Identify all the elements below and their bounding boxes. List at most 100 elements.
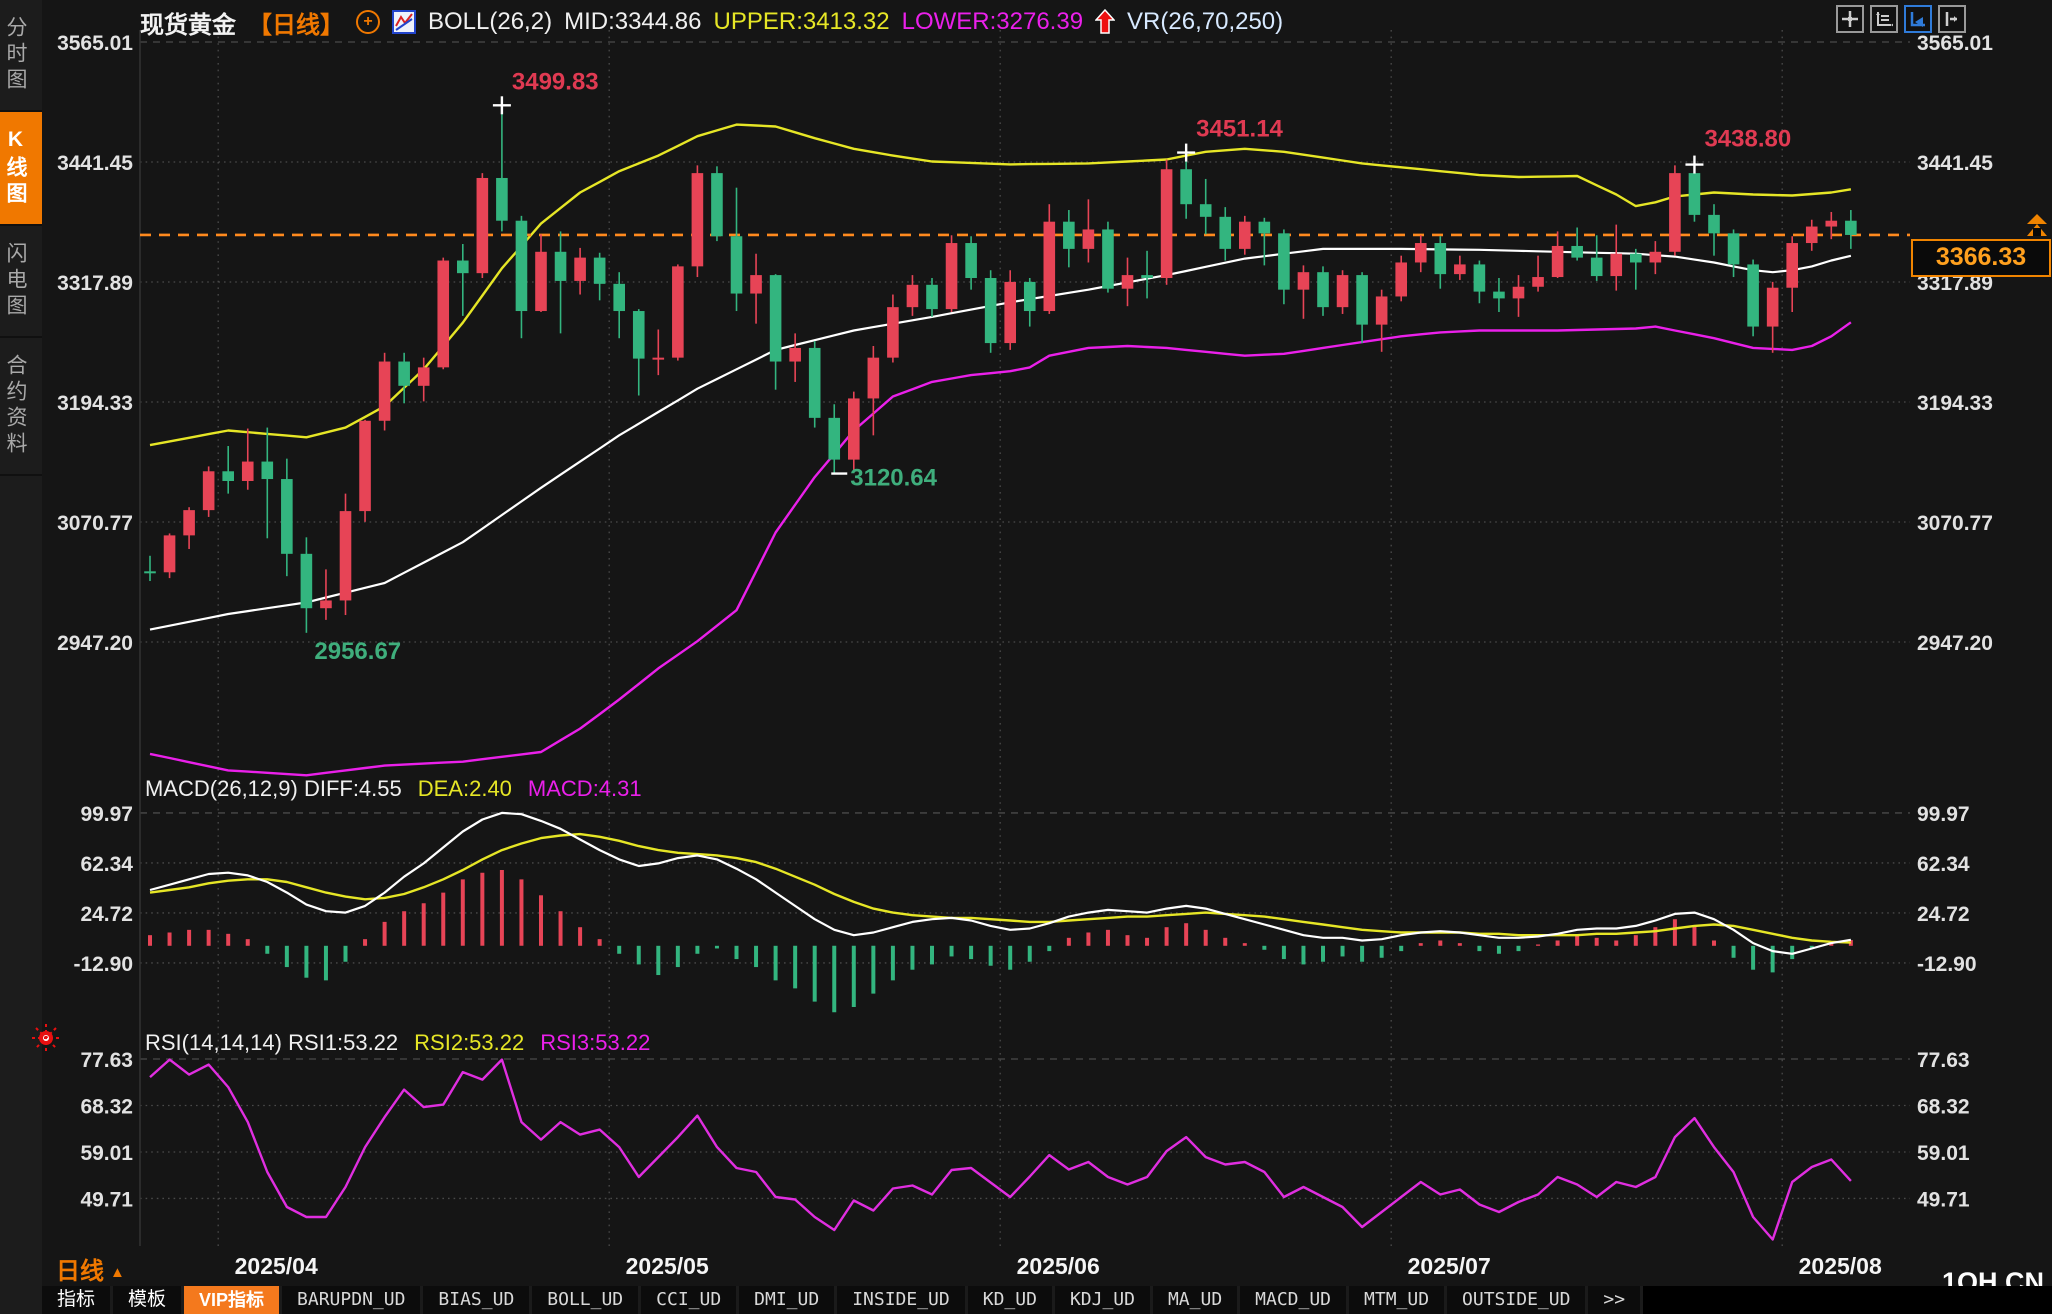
auto-scale-icon[interactable] bbox=[1904, 5, 1932, 33]
price-alert-arrows-icon bbox=[2026, 214, 2048, 238]
sidebar-tab-time-chart[interactable]: 分时图 bbox=[0, 0, 42, 112]
rsi-header: RSI(14,14,14) RSI1:53.22 RSI2:53.22 RSI3… bbox=[145, 1030, 650, 1056]
candle-body bbox=[574, 258, 586, 281]
candle-body bbox=[496, 178, 508, 221]
sidebar-tab-candle-chart[interactable]: K线图 bbox=[0, 112, 42, 226]
candle-body bbox=[222, 471, 234, 481]
candle-body bbox=[516, 221, 528, 311]
candle-body bbox=[281, 479, 293, 554]
toolbar-tab--[interactable]: 指标 bbox=[42, 1286, 113, 1314]
candle-body bbox=[183, 510, 195, 535]
toolbar-tab-vip-[interactable]: VIP指标 bbox=[184, 1286, 282, 1314]
axis-scale-icon[interactable] bbox=[1870, 5, 1898, 33]
candle-body bbox=[1356, 275, 1368, 325]
swing-price-label: 3120.64 bbox=[850, 465, 937, 492]
candle-body bbox=[731, 236, 743, 293]
candle-body bbox=[653, 358, 665, 360]
chart-toolbar-topright bbox=[1836, 5, 1966, 33]
symbol-name: 现货黄金 bbox=[140, 5, 236, 40]
price-axis-label-left: 3070.77 bbox=[57, 512, 133, 535]
candle-body bbox=[379, 362, 391, 421]
mini-chart-icon bbox=[392, 10, 416, 34]
candle-body bbox=[1571, 246, 1583, 258]
swing-price-label: 3451.14 bbox=[1196, 116, 1283, 143]
macd-dea-value: DEA:2.40 bbox=[418, 776, 512, 802]
timeframe-label[interactable]: 日线▲ bbox=[56, 1251, 125, 1286]
rsi-axis-label-left: 49.71 bbox=[80, 1188, 133, 1211]
candle-body bbox=[1513, 287, 1525, 299]
candlestick-chart[interactable]: 3565.013565.013441.453441.453317.893317.… bbox=[0, 0, 2052, 1285]
candle-body bbox=[535, 252, 547, 311]
candle-body bbox=[418, 367, 430, 385]
candle-body bbox=[1317, 272, 1329, 307]
toolbar-tab-dmi_ud[interactable]: DMI_UD bbox=[739, 1286, 837, 1314]
toolbar-tab-outside_ud[interactable]: OUTSIDE_UD bbox=[1447, 1286, 1588, 1314]
price-axis-label-right: 3070.77 bbox=[1917, 512, 1993, 535]
toolbar-tab-mtm_ud[interactable]: MTM_UD bbox=[1349, 1286, 1447, 1314]
candle-body bbox=[1747, 264, 1759, 326]
rsi1-value: RSI(14,14,14) RSI1:53.22 bbox=[145, 1030, 398, 1056]
crosshair-icon[interactable] bbox=[1836, 5, 1864, 33]
toolbar-tab-barupdn_ud[interactable]: BARUPDN_UD bbox=[282, 1286, 423, 1314]
price-axis-label-left: 3317.89 bbox=[57, 272, 133, 295]
toolbar-tab-macd_ud[interactable]: MACD_UD bbox=[1240, 1286, 1349, 1314]
candle-body bbox=[965, 243, 977, 278]
toolbar-tab-boll_ud[interactable]: BOLL_UD bbox=[532, 1286, 641, 1314]
candle-body bbox=[926, 285, 938, 309]
candle-body bbox=[828, 418, 840, 460]
candle-body bbox=[1845, 221, 1857, 235]
month-label: 2025/08 bbox=[1799, 1253, 1882, 1279]
candle-body bbox=[1044, 222, 1056, 311]
candle-body bbox=[1376, 296, 1388, 324]
rsi-axis-label-right: 59.01 bbox=[1917, 1142, 1970, 1165]
chart-header: 现货黄金 【日线】 + BOLL(26,2) MID:3344.86 UPPER… bbox=[140, 4, 1283, 40]
candle-body bbox=[711, 173, 723, 236]
candle-body bbox=[242, 462, 254, 481]
candle-body bbox=[1650, 252, 1662, 263]
hot-spot-icon[interactable] bbox=[30, 1022, 62, 1054]
period-badge[interactable]: 【日线】 bbox=[248, 5, 344, 40]
month-label: 2025/05 bbox=[626, 1253, 709, 1279]
toolbar-tab-inside_ud[interactable]: INSIDE_UD bbox=[837, 1286, 968, 1314]
macd-axis-label-left: 24.72 bbox=[80, 903, 133, 926]
toolbar-tab-ma_ud[interactable]: MA_UD bbox=[1153, 1286, 1240, 1314]
boll-upper-value: UPPER:3413.32 bbox=[714, 8, 890, 36]
swing-price-label: 3499.83 bbox=[512, 68, 599, 95]
boll-params: BOLL(26,2) bbox=[428, 8, 552, 36]
toolbar-tab--[interactable]: 模板 bbox=[113, 1286, 184, 1314]
right-edge-icon[interactable] bbox=[1938, 5, 1966, 33]
rsi2-value: RSI2:53.22 bbox=[414, 1030, 524, 1056]
toolbar-tab-kd_ud[interactable]: KD_UD bbox=[968, 1286, 1055, 1314]
candle-body bbox=[1454, 264, 1466, 274]
swing-price-label: 3438.80 bbox=[1704, 126, 1791, 153]
candle-body bbox=[457, 261, 469, 274]
toolbar-tab-kdj_ud[interactable]: KDJ_UD bbox=[1055, 1286, 1153, 1314]
sidebar-tab-lightning-chart[interactable]: 闪电图 bbox=[0, 226, 42, 338]
candle-body bbox=[1689, 173, 1701, 215]
toolbar-tab-bias_ud[interactable]: BIAS_UD bbox=[423, 1286, 532, 1314]
month-label: 2025/04 bbox=[235, 1253, 318, 1279]
month-label: 2025/07 bbox=[1408, 1253, 1491, 1279]
macd-diff-value: MACD(26,12,9) DIFF:4.55 bbox=[145, 776, 402, 802]
candle-body bbox=[692, 173, 704, 266]
candle-body bbox=[477, 178, 489, 273]
candle-body bbox=[1630, 254, 1642, 263]
candle-body bbox=[1435, 243, 1447, 274]
price-axis-label-left: 3194.33 bbox=[57, 392, 133, 415]
macd-header: MACD(26,12,9) DIFF:4.55 DEA:2.40 MACD:4.… bbox=[145, 776, 642, 802]
rsi-axis-label-left: 59.01 bbox=[80, 1142, 133, 1165]
add-indicator-icon[interactable]: + bbox=[356, 10, 380, 34]
price-axis-label-right: 3441.45 bbox=[1917, 152, 1993, 175]
candle-body bbox=[1669, 173, 1681, 252]
price-axis-label-right: 3194.33 bbox=[1917, 392, 1993, 415]
toolbar-tab--[interactable]: >> bbox=[1588, 1286, 1643, 1314]
macd-axis-label-left: -12.90 bbox=[73, 953, 133, 976]
candle-body bbox=[613, 284, 625, 311]
rsi-axis-label-left: 77.63 bbox=[80, 1049, 133, 1072]
candle-body bbox=[633, 311, 645, 359]
sidebar-tab-contract-info[interactable]: 合约资料 bbox=[0, 338, 42, 476]
candle-body bbox=[1767, 288, 1779, 327]
candle-body bbox=[164, 535, 176, 572]
toolbar-tab-cci_ud[interactable]: CCI_UD bbox=[641, 1286, 739, 1314]
candle-body bbox=[301, 554, 313, 608]
